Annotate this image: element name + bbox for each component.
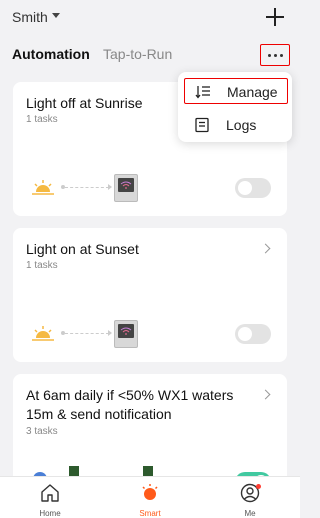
more-dots-icon[interactable]: [260, 44, 290, 66]
nav-label-home: Home: [39, 509, 61, 518]
nav-smart[interactable]: Smart: [120, 483, 180, 518]
menu-label-manage: Manage: [227, 84, 278, 100]
nav-me[interactable]: Me: [220, 483, 280, 518]
menu-item-logs[interactable]: Logs: [184, 112, 288, 138]
menu-item-manage[interactable]: Manage: [184, 78, 288, 104]
device-icon: [114, 174, 138, 202]
enable-toggle[interactable]: [235, 178, 271, 198]
plus-icon[interactable]: [266, 8, 284, 26]
chevron-right-icon[interactable]: [260, 389, 271, 400]
nav-label-me: Me: [244, 509, 256, 518]
automation-card[interactable]: Light on at Sunset 1 tasks: [13, 228, 287, 362]
automation-flow: [31, 174, 151, 204]
sunrise-icon: [32, 180, 54, 195]
home-icon: [41, 484, 59, 502]
home-selector[interactable]: Smith: [12, 9, 48, 25]
menu-label-logs: Logs: [226, 117, 257, 133]
enable-toggle[interactable]: [235, 324, 271, 344]
tab-bar: Automation Tap-to-Run: [0, 44, 300, 68]
tab-tap-to-run[interactable]: Tap-to-Run: [103, 46, 172, 62]
card-title: Light on at Sunset: [26, 241, 139, 257]
chevron-right-icon[interactable]: [260, 243, 271, 254]
bottom-nav: Home Smart Me: [0, 476, 300, 518]
card-task-count: 3 tasks: [26, 426, 58, 437]
arrow-icon: [61, 184, 112, 190]
card-task-count: 1 tasks: [26, 114, 58, 125]
card-task-count: 1 tasks: [26, 260, 58, 271]
tab-automation[interactable]: Automation: [12, 46, 90, 62]
automation-flow: [31, 320, 151, 350]
arrow-icon: [61, 330, 112, 336]
top-bar: Smith: [0, 0, 300, 36]
smart-sun-icon: [142, 484, 158, 500]
document-icon: [195, 117, 209, 133]
sort-list-icon: [195, 86, 210, 99]
caret-down-icon[interactable]: [52, 13, 60, 18]
more-menu: Manage Logs: [178, 72, 292, 142]
card-title-line-1: At 6am daily if <50% WX1 waters: [26, 387, 234, 403]
card-title: Light off at Sunrise: [26, 95, 143, 111]
card-title-line-2: 15m & send notification: [26, 406, 172, 422]
notification-badge: [256, 484, 261, 489]
nav-label-smart: Smart: [139, 509, 161, 518]
device-icon: [114, 320, 138, 348]
sunset-icon: [32, 326, 54, 341]
nav-home[interactable]: Home: [20, 483, 80, 518]
